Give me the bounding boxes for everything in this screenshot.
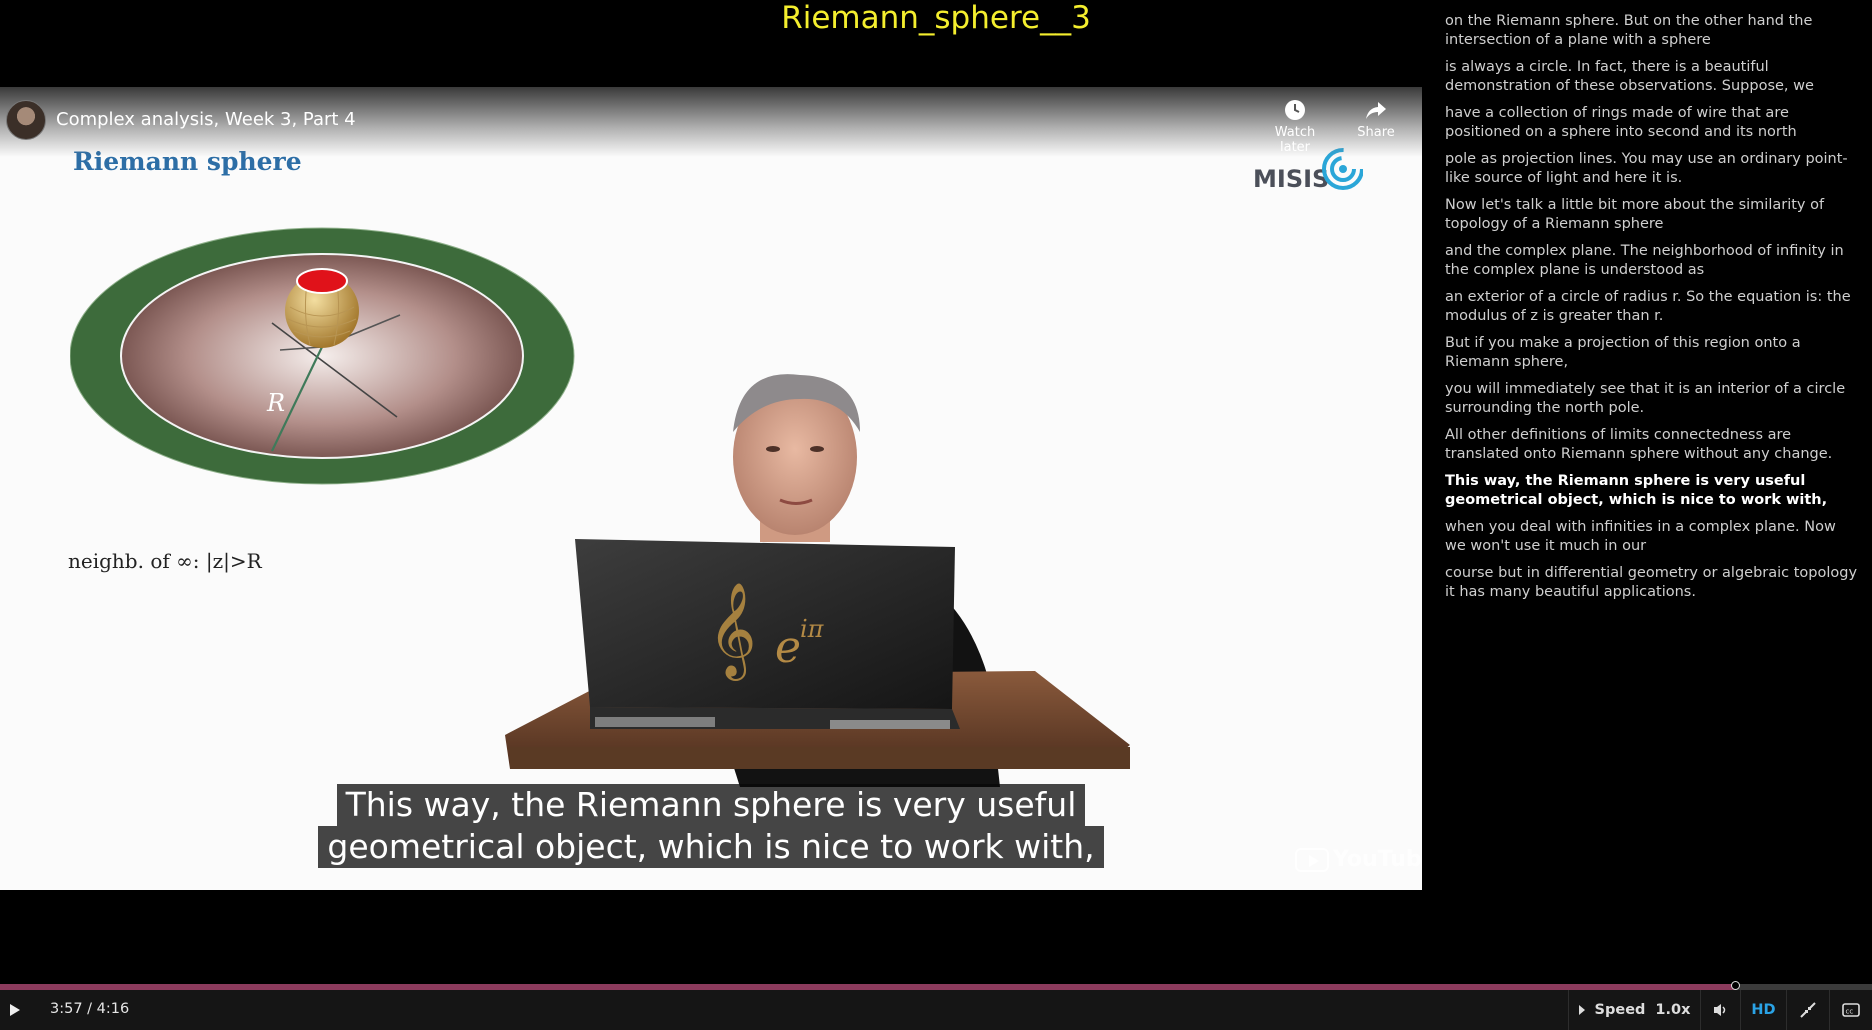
transcript-item[interactable]: Now let's talk a little bit more about t… bbox=[1445, 196, 1858, 234]
transcript-item[interactable]: when you deal with infinities in a compl… bbox=[1445, 518, 1858, 556]
control-bar: 3:57 / 4:16 Speed 1.0x HD cc bbox=[0, 990, 1872, 1030]
transcript-item[interactable]: and the complex plane. The neighborhood … bbox=[1445, 242, 1858, 280]
share-arrow-icon bbox=[1366, 102, 1386, 119]
transcript-item[interactable]: an exterior of a circle of radius r. So … bbox=[1445, 288, 1858, 326]
control-bar-right: Speed 1.0x HD cc bbox=[1568, 990, 1872, 1030]
radius-label: R bbox=[266, 389, 285, 417]
speed-value: 1.0x bbox=[1655, 1002, 1691, 1018]
exit-fullscreen-icon bbox=[1800, 1002, 1816, 1018]
transcript-item[interactable]: on the Riemann sphere. But on the other … bbox=[1445, 12, 1858, 50]
volume-button[interactable] bbox=[1700, 990, 1740, 1030]
speed-button[interactable]: Speed 1.0x bbox=[1568, 990, 1700, 1030]
play-icon bbox=[10, 1004, 20, 1016]
progress-handle[interactable] bbox=[1731, 981, 1741, 990]
youtube-watermark[interactable]: YouTube bbox=[1295, 847, 1422, 872]
closed-captions-icon: cc bbox=[1842, 1003, 1860, 1017]
captions-button[interactable]: cc bbox=[1829, 990, 1872, 1030]
treble-clef-icon: 𝄞 bbox=[708, 582, 756, 681]
transcript-item-active[interactable]: This way, the Riemann sphere is very use… bbox=[1445, 472, 1858, 510]
caret-right-icon bbox=[1578, 1005, 1585, 1015]
clock-icon bbox=[1285, 100, 1305, 120]
slide-formula: neighb. of ∞: |z|>R bbox=[68, 549, 262, 573]
svg-text:cc: cc bbox=[1846, 1008, 1854, 1016]
youtube-play-icon bbox=[1295, 847, 1329, 872]
transcript-item[interactable]: But if you make a projection of this reg… bbox=[1445, 334, 1858, 372]
laptop-exponent: iπ bbox=[800, 615, 825, 643]
volume-icon bbox=[1713, 1004, 1725, 1016]
caption-line-2: geometrical object, which is nice to wor… bbox=[318, 826, 1104, 868]
laptop-formula: e bbox=[775, 622, 801, 673]
time-display: 3:57 / 4:16 bbox=[50, 1001, 130, 1017]
video-player-page: Riemann_sphere__3 Riemann sphere MISIS R… bbox=[0, 0, 1872, 1030]
video-title[interactable]: Complex analysis, Week 3, Part 4 bbox=[56, 109, 356, 130]
transcript-item[interactable]: have a collection of rings made of wire … bbox=[1445, 104, 1858, 142]
page-title-text: Riemann_sphere__3 bbox=[781, 0, 1091, 36]
watch-later-label: Watch later bbox=[1274, 125, 1316, 155]
youtube-watermark-text: YouTube bbox=[1333, 847, 1422, 872]
north-pole-cap bbox=[296, 268, 348, 294]
channel-avatar[interactable] bbox=[6, 100, 46, 140]
transcript-item[interactable]: All other definitions of limits connecte… bbox=[1445, 426, 1858, 464]
transcript-item[interactable]: is always a circle. In fact, there is a … bbox=[1445, 58, 1858, 96]
laptop-lid bbox=[575, 539, 955, 709]
fullscreen-button[interactable] bbox=[1786, 990, 1829, 1030]
share-label: Share bbox=[1357, 125, 1395, 140]
transcript-panel[interactable]: on the Riemann sphere. But on the other … bbox=[1422, 0, 1872, 985]
transcript-item[interactable]: you will immediately see that it is an i… bbox=[1445, 380, 1858, 418]
watch-later-button[interactable]: Watch later bbox=[1260, 99, 1330, 155]
transcript-item[interactable]: pole as projection lines. You may use an… bbox=[1445, 150, 1858, 188]
transcript-item[interactable]: course but in differential geometry or a… bbox=[1445, 564, 1858, 602]
video-frame[interactable]: Riemann sphere MISIS R neighb. of ∞: |z|… bbox=[0, 87, 1422, 890]
speed-label: Speed bbox=[1594, 1002, 1646, 1018]
share-button[interactable]: Share bbox=[1341, 99, 1411, 140]
caption-line-1: This way, the Riemann sphere is very use… bbox=[336, 784, 1086, 826]
closed-caption: This way, the Riemann sphere is very use… bbox=[0, 784, 1422, 868]
hd-toggle[interactable]: HD bbox=[1740, 990, 1786, 1030]
play-button[interactable] bbox=[0, 990, 30, 1030]
